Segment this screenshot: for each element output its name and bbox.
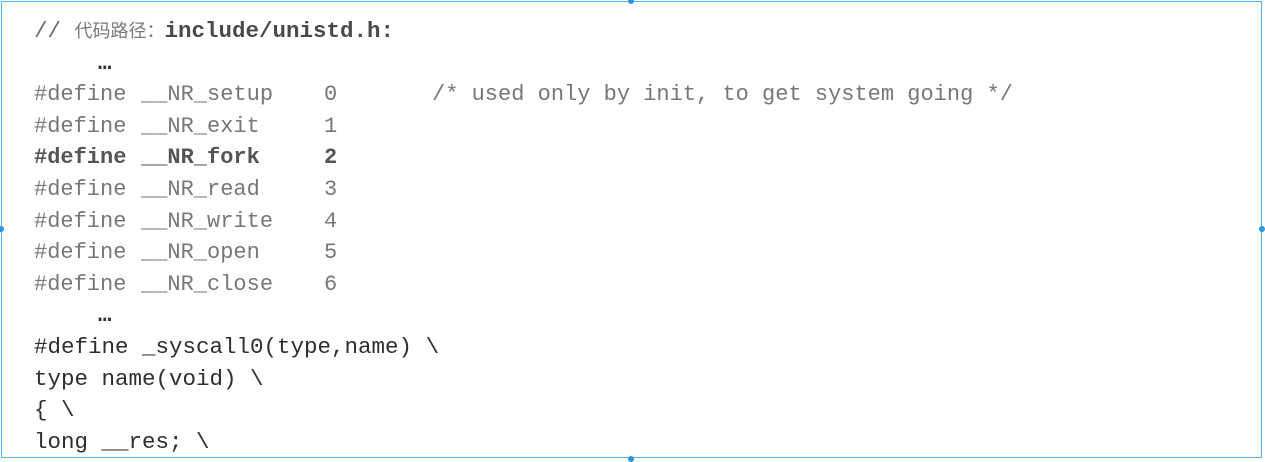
define-line: #define __NR_exit 1 xyxy=(34,111,1013,143)
define-comment: /* used only by init, to get system goin… xyxy=(432,82,1013,108)
path-label: 代码路径： xyxy=(74,21,165,42)
define-keyword: #define xyxy=(34,208,127,234)
define-keyword: #define xyxy=(34,82,127,108)
selection-frame: // 代码路径：include/unistd.h: … #define __NR_… xyxy=(1,1,1262,458)
ellipsis-middle: … xyxy=(98,302,112,329)
define-name: __NR_setup xyxy=(141,82,274,108)
define-name: __NR_exit xyxy=(141,113,260,139)
path-comment: // 代码路径：include/unistd.h: xyxy=(34,16,1013,48)
define-value: 3 xyxy=(324,176,338,202)
define-keyword: #define xyxy=(34,176,127,202)
define-value: 0 xyxy=(324,82,338,108)
define-line: #define __NR_setup 0 /* used only by init, … xyxy=(34,79,1013,111)
define-keyword: #define xyxy=(34,271,127,297)
define-value: 6 xyxy=(324,271,338,297)
define-value: 4 xyxy=(324,208,338,234)
define-keyword: #define xyxy=(34,240,127,266)
define-line: #define __NR_write 4 xyxy=(34,206,1013,238)
define-name: __NR_write xyxy=(141,208,274,234)
macro-line: { \ xyxy=(34,397,75,424)
resize-handle-right[interactable] xyxy=(1259,226,1265,232)
define-value: 1 xyxy=(324,113,338,139)
define-keyword: #define xyxy=(34,113,127,139)
define-line: #define __NR_close 6 xyxy=(34,269,1013,301)
define-name: __NR_read xyxy=(141,176,260,202)
define-name: __NR_open xyxy=(141,240,260,266)
define-line: #define __NR_open 5 xyxy=(34,237,1013,269)
macro-line: type name(void) \ xyxy=(34,365,264,392)
define-line-highlighted: #define __NR_fork 2 xyxy=(34,142,1013,174)
comment-prefix: // xyxy=(34,18,75,44)
define-name: __NR_fork xyxy=(141,145,260,171)
define-keyword: #define xyxy=(34,145,127,171)
macro-line: long __res; \ xyxy=(34,428,210,455)
code-listing: // 代码路径：include/unistd.h: … #define __NR_… xyxy=(34,16,1013,457)
define-name: __NR_close xyxy=(141,271,274,297)
file-path: include/unistd.h: xyxy=(164,18,395,44)
ellipsis-top: … xyxy=(98,49,112,76)
define-line: #define __NR_read 3 xyxy=(34,174,1013,206)
define-value: 2 xyxy=(324,145,338,171)
resize-handle-bottom[interactable] xyxy=(628,456,634,462)
macro-line: #define _syscall0(type,name) \ xyxy=(34,333,440,360)
define-value: 5 xyxy=(324,240,338,266)
